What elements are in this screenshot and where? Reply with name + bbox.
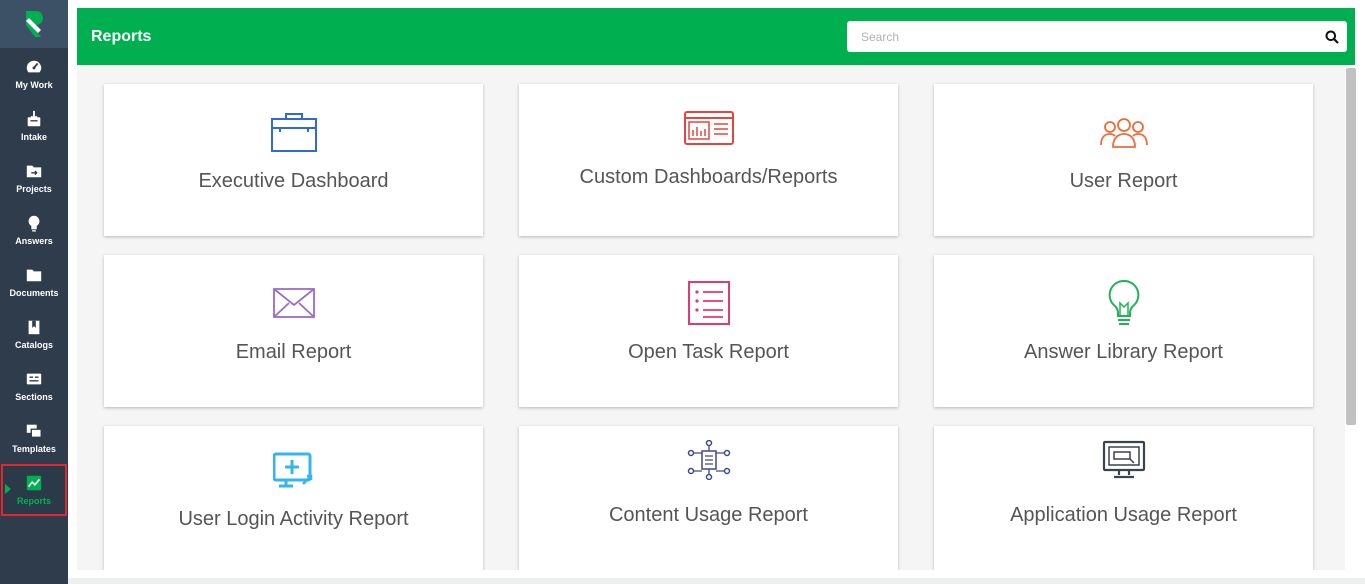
nav-item-projects[interactable]: Projects <box>0 152 68 204</box>
nav-label: Documents <box>9 288 59 298</box>
card-open-task-report[interactable]: Open Task Report <box>519 255 898 407</box>
nav-item-sections[interactable]: Sections <box>0 360 68 412</box>
nav-item-catalogs[interactable]: Catalogs <box>0 308 68 360</box>
reports-grid: Executive Dashboard Custom Dashboards/Re… <box>77 65 1345 570</box>
card-content-usage-report[interactable]: Content Usage Report <box>519 426 898 570</box>
card-application-usage-report[interactable]: Application Usage Report <box>934 426 1313 570</box>
search-box <box>847 21 1347 52</box>
task-list-icon <box>687 281 730 325</box>
network-document-icon <box>687 438 731 482</box>
vertical-scrollbar[interactable] <box>1346 68 1356 425</box>
card-label: Custom Dashboards/Reports <box>579 166 838 188</box>
nav-item-answers[interactable]: Answers <box>0 204 68 256</box>
card-label: Open Task Report <box>628 341 789 363</box>
page-header: Reports <box>77 8 1355 65</box>
nav-label: Catalogs <box>14 340 53 350</box>
main-area: Reports Executive Dashboard Custom Dashb… <box>68 0 1365 584</box>
page-title: Reports <box>91 27 152 45</box>
templates-copy-icon <box>26 424 42 438</box>
briefcase-icon <box>270 110 317 154</box>
lightbulb-icon <box>28 215 40 232</box>
card-label: Answer Library Report <box>1024 341 1223 363</box>
card-label: User Report <box>1069 170 1178 192</box>
chart-line-icon <box>26 475 42 491</box>
card-user-report[interactable]: User Report <box>934 84 1313 236</box>
lightbulb-outline-icon <box>1107 279 1141 325</box>
card-label: Executive Dashboard <box>198 170 389 192</box>
envelope-icon <box>272 281 315 325</box>
nav-label: My Work <box>15 80 53 90</box>
nav-label: Reports <box>16 496 51 506</box>
book-icon <box>28 320 40 335</box>
computer-screen-icon <box>1102 438 1146 482</box>
nav-label: Templates <box>12 444 56 454</box>
intake-tray-icon <box>27 110 41 127</box>
nav-item-intake[interactable]: Intake <box>0 100 68 152</box>
nav-item-reports[interactable]: Reports <box>1 464 67 516</box>
nav-label: Sections <box>15 392 53 402</box>
app-logo[interactable] <box>0 0 68 48</box>
nav-item-my-work[interactable]: My Work <box>0 48 68 100</box>
sections-list-icon <box>26 373 42 385</box>
search-input[interactable] <box>847 29 1317 44</box>
nav-item-templates[interactable]: Templates <box>0 412 68 464</box>
report-panel-icon <box>683 106 734 150</box>
card-email-report[interactable]: Email Report <box>104 255 483 407</box>
card-label: Application Usage Report <box>1010 504 1237 526</box>
nav-item-documents[interactable]: Documents <box>0 256 68 308</box>
folder-arrow-icon <box>26 165 42 178</box>
footer-bar <box>68 578 1365 584</box>
card-user-login-activity-report[interactable]: User Login Activity Report <box>104 426 483 570</box>
card-label: Email Report <box>235 341 352 363</box>
dashboard-gauge-icon <box>26 60 42 73</box>
card-label: User Login Activity Report <box>178 508 409 530</box>
nav-label: Projects <box>16 184 52 194</box>
card-custom-dashboards[interactable]: Custom Dashboards/Reports <box>519 84 898 236</box>
logo-icon <box>26 11 43 37</box>
users-group-icon <box>1099 110 1149 154</box>
card-executive-dashboard[interactable]: Executive Dashboard <box>104 84 483 236</box>
search-icon[interactable] <box>1317 30 1347 44</box>
nav-label: Answers <box>15 236 53 246</box>
nav-label: Intake <box>20 132 47 142</box>
documents-folder-icon <box>26 269 42 282</box>
monitor-plus-icon <box>272 450 315 494</box>
card-answer-library-report[interactable]: Answer Library Report <box>934 255 1313 407</box>
card-label: Content Usage Report <box>608 504 808 526</box>
sidebar: My Work Intake Projects Answers Document… <box>0 0 68 584</box>
